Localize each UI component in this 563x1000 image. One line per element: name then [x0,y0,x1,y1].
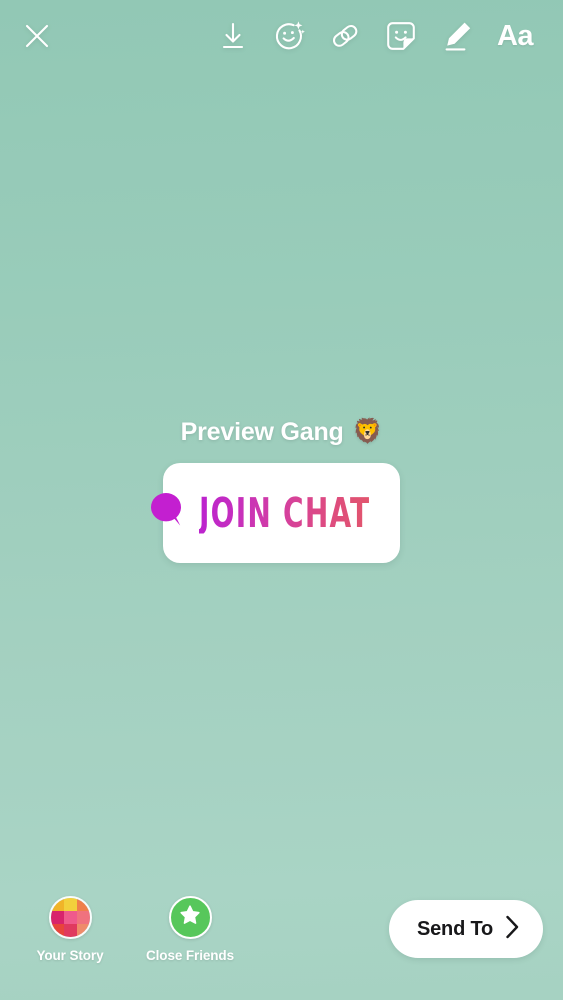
draw-button[interactable] [429,11,485,61]
star-icon [179,904,201,931]
close-friends-badge [168,896,212,939]
effects-button[interactable] [261,11,317,61]
canvas-content: Preview Gang 🦁 JOIN CHAT [0,418,563,563]
text-button[interactable]: Aa [485,11,545,61]
sticker-icon [384,19,418,53]
close-friends-option[interactable]: Close Friends [144,896,236,963]
download-icon [218,20,248,52]
link-button[interactable] [317,11,373,61]
your-story-label: Your Story [36,948,104,963]
join-chat-label: JOIN CHAT [199,488,371,537]
close-button[interactable] [14,13,60,59]
your-story-option[interactable]: Your Story [24,896,116,963]
story-caption[interactable]: Preview Gang 🦁 [181,418,383,447]
save-button[interactable] [205,11,261,61]
text-icon: Aa [496,19,534,52]
lion-emoji: 🦁 [352,418,383,446]
smiley-sparkle-icon [271,18,307,54]
story-editor-screen: Aa Preview Gang 🦁 JOIN CHAT Your Story C… [0,0,563,1000]
send-to-label: Send To [416,917,493,940]
close-friends-label: Close Friends [146,948,234,963]
story-caption-text: Preview Gang [180,418,344,446]
close-icon [22,21,52,51]
color-grid-avatar [48,896,92,939]
marker-pen-icon [440,19,474,53]
top-toolbar: Aa [0,0,563,72]
chevron-right-icon [504,914,521,945]
join-chat-sticker[interactable]: JOIN CHAT [151,462,400,563]
bottom-bar: Your Story Close Friends Send To [0,882,563,1000]
audience-selector: Your Story Close Friends [24,896,236,963]
stickers-button[interactable] [373,11,429,61]
send-to-button[interactable]: Send To [388,900,543,958]
chat-bubble-icon [149,491,185,534]
link-icon [328,19,362,53]
